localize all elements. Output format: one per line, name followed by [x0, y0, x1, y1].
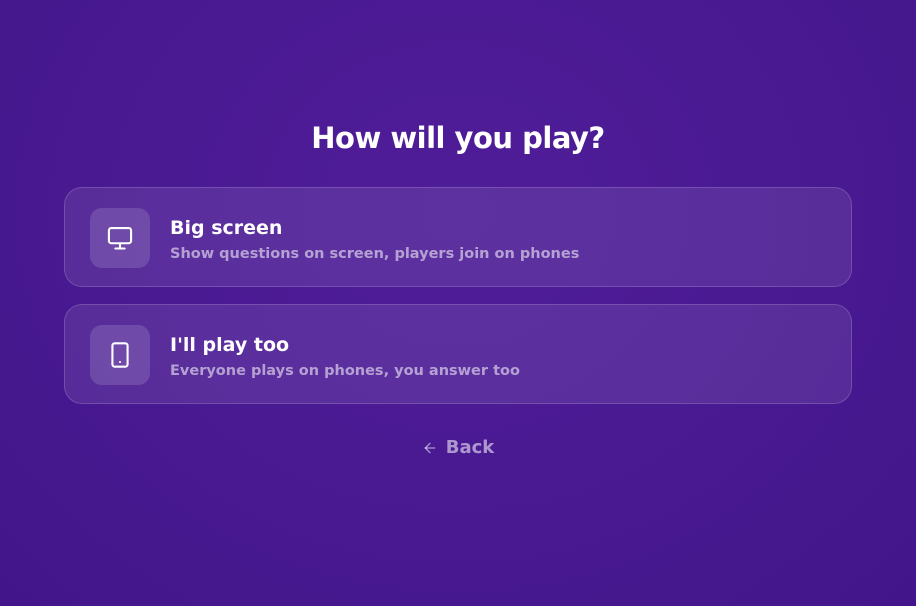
- back-button[interactable]: Back: [422, 436, 495, 460]
- option-title: I'll play too: [170, 334, 290, 356]
- page-title: How will you play?: [311, 121, 605, 155]
- option-description: Show questions on screen, players join o…: [170, 246, 580, 262]
- back-row: Back: [0, 436, 916, 460]
- play-too-option[interactable]: I'll play too Everyone plays on phones, …: [64, 304, 852, 404]
- big-screen-option[interactable]: Big screen Show questions on screen, pla…: [64, 187, 852, 287]
- tablet-icon: [90, 325, 150, 385]
- arrow-left-icon: [422, 440, 438, 456]
- monitor-icon: [90, 208, 150, 268]
- back-label: Back: [445, 437, 495, 458]
- option-title: Big screen: [170, 217, 283, 239]
- option-description: Everyone plays on phones, you answer too: [170, 363, 520, 379]
